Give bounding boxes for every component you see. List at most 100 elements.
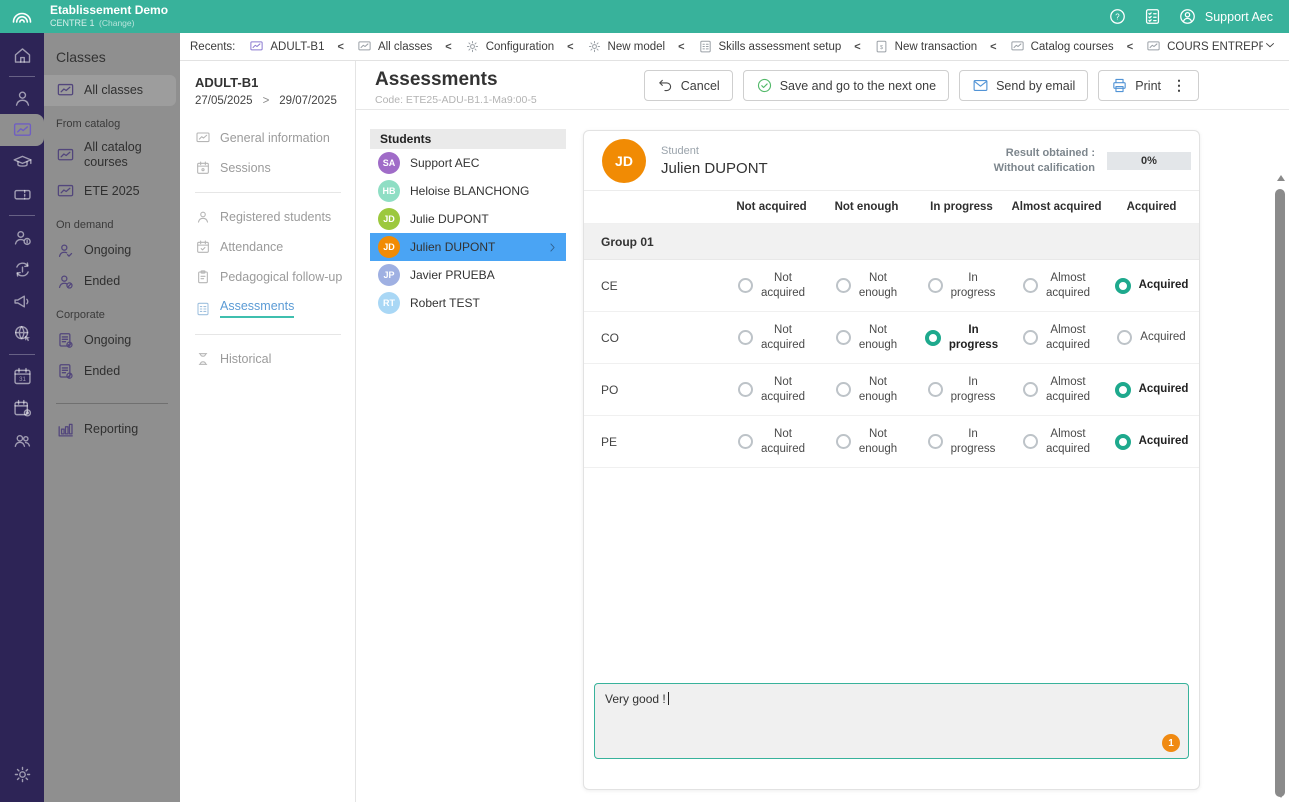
radio-option[interactable]: Not acquired bbox=[724, 323, 819, 353]
radio-option[interactable]: In progress bbox=[914, 427, 1009, 457]
radio-option[interactable]: Not enough bbox=[819, 427, 914, 457]
student-row[interactable]: JD Julien DUPONT bbox=[370, 233, 566, 261]
nav-item-ticket-icon[interactable] bbox=[0, 178, 44, 210]
radio-button[interactable] bbox=[1022, 382, 1038, 397]
nav-item-grad-cap-icon[interactable] bbox=[0, 146, 44, 178]
nav-item-chart-board-icon[interactable] bbox=[0, 114, 44, 146]
recent-item[interactable]: ADULT-B1 bbox=[249, 39, 325, 54]
student-row[interactable]: JP Javier PRUEBA bbox=[370, 261, 566, 289]
radio-button[interactable] bbox=[737, 330, 753, 345]
course-menu-item-attendance[interactable]: Attendance bbox=[195, 232, 355, 262]
radio-button[interactable] bbox=[737, 434, 753, 449]
nav-item-globe-cursor-icon[interactable] bbox=[0, 317, 44, 349]
radio-button[interactable] bbox=[1114, 277, 1131, 294]
course-menu-item-pedagogical-follow-up[interactable]: Pedagogical follow-up bbox=[195, 262, 355, 292]
student-row[interactable]: RT Robert TEST bbox=[370, 289, 566, 317]
radio-button[interactable] bbox=[835, 382, 851, 397]
user-menu[interactable]: Support Aec bbox=[1178, 7, 1273, 26]
radio-option[interactable]: Not acquired bbox=[724, 271, 819, 301]
student-row[interactable]: SA Support AEC bbox=[370, 149, 566, 177]
course-menu-item-historical[interactable]: Historical bbox=[195, 344, 355, 374]
radio-option[interactable]: Acquired bbox=[1104, 433, 1199, 450]
radio-option[interactable]: In progress bbox=[914, 375, 1009, 405]
radio-button[interactable] bbox=[927, 434, 943, 449]
cancel-button[interactable]: Cancel bbox=[643, 70, 733, 101]
sidebar-item-ended[interactable]: Ended bbox=[44, 266, 180, 297]
app-logo[interactable] bbox=[0, 5, 44, 29]
course-menu-item-assessments[interactable]: Assessments bbox=[195, 292, 355, 325]
more-options-icon[interactable]: ⋮ bbox=[1172, 77, 1186, 94]
recent-item[interactable]: $ New transaction bbox=[874, 39, 977, 54]
comment-input[interactable]: Very good ! 1 bbox=[594, 683, 1189, 759]
radio-button[interactable] bbox=[737, 278, 753, 293]
course-name: ADULT-B1 bbox=[195, 75, 259, 90]
radio-option[interactable]: Acquired bbox=[1104, 277, 1199, 294]
nav-item-gear-icon[interactable] bbox=[0, 758, 44, 790]
radio-option[interactable]: Not enough bbox=[819, 323, 914, 353]
checklist-icon[interactable] bbox=[1143, 7, 1162, 26]
course-menu-item-general-information[interactable]: General information bbox=[195, 123, 355, 153]
radio-option[interactable]: Not acquired bbox=[724, 375, 819, 405]
radio-button[interactable] bbox=[1114, 381, 1131, 398]
nav-item-home-icon[interactable] bbox=[0, 39, 44, 71]
recent-item[interactable]: Skills assessment setup bbox=[698, 39, 841, 54]
radio-option[interactable]: Almost acquired bbox=[1009, 323, 1104, 353]
recents-expand-button[interactable] bbox=[1263, 38, 1277, 55]
student-row[interactable]: HB Heloise BLANCHONG bbox=[370, 177, 566, 205]
course-menu-item-sessions[interactable]: Sessions bbox=[195, 153, 355, 183]
recent-item[interactable]: All classes bbox=[357, 39, 432, 54]
sidebar-item-reporting[interactable]: Reporting bbox=[44, 414, 180, 445]
send-by-email-button[interactable]: Send by email bbox=[959, 70, 1089, 101]
radio-option[interactable]: Almost acquired bbox=[1009, 375, 1104, 405]
question-circle-icon[interactable]: ? bbox=[1108, 7, 1127, 26]
radio-button[interactable] bbox=[1117, 330, 1133, 345]
nav-item-calendar-gear-icon[interactable] bbox=[0, 392, 44, 424]
radio-button[interactable] bbox=[737, 382, 753, 397]
sidebar-item-ended[interactable]: Ended bbox=[44, 356, 180, 387]
save-and-go-to-the-next-one-button[interactable]: Save and go to the next one bbox=[742, 70, 950, 101]
radio-option[interactable]: Not enough bbox=[819, 375, 914, 405]
radio-option[interactable]: Almost acquired bbox=[1009, 427, 1104, 457]
nav-item-megaphone-icon[interactable] bbox=[0, 285, 44, 317]
sidebar-item-all-classes[interactable]: All classes bbox=[44, 75, 176, 106]
student-row[interactable]: JD Julie DUPONT bbox=[370, 205, 566, 233]
sidebar-item-all-catalog-courses[interactable]: All catalog courses bbox=[44, 134, 180, 176]
radio-option[interactable]: Acquired bbox=[1104, 381, 1199, 398]
nav-item-person-coin-icon[interactable] bbox=[0, 221, 44, 253]
radio-option[interactable]: Not acquired bbox=[724, 427, 819, 457]
scrollbar-down-arrow[interactable] bbox=[1276, 792, 1285, 798]
nav-item-people-icon[interactable] bbox=[0, 424, 44, 456]
scrollbar-up-arrow[interactable] bbox=[1276, 175, 1285, 181]
sidebar-item-ete-2025[interactable]: ETE 2025 bbox=[44, 176, 180, 207]
radio-option[interactable]: In progress bbox=[914, 271, 1009, 301]
radio-button[interactable] bbox=[1114, 433, 1131, 450]
radio-option[interactable]: Almost acquired bbox=[1009, 271, 1104, 301]
course-menu-item-registered-students[interactable]: Registered students bbox=[195, 202, 355, 232]
recent-item[interactable]: COURS ENTREPRISE TEST bbox=[1146, 39, 1263, 54]
radio-option[interactable]: Not enough bbox=[819, 271, 914, 301]
sidebar-item-ongoing[interactable]: Ongoing bbox=[44, 325, 180, 356]
radio-button[interactable] bbox=[927, 278, 943, 293]
radio-button[interactable] bbox=[927, 382, 943, 397]
print-button[interactable]: Print ⋮ bbox=[1098, 70, 1199, 101]
radio-button[interactable] bbox=[835, 278, 851, 293]
sidebar-item-ongoing[interactable]: Ongoing bbox=[44, 235, 180, 266]
change-center-link[interactable]: (Change) bbox=[99, 18, 134, 28]
radio-button[interactable] bbox=[1022, 278, 1038, 293]
radio-button[interactable] bbox=[835, 434, 851, 449]
nav-item-calendar-31-icon[interactable]: 31 bbox=[0, 360, 44, 392]
radio-option[interactable]: In progress bbox=[914, 323, 1009, 353]
recent-item[interactable]: New model bbox=[587, 39, 665, 54]
scrollbar-thumb[interactable] bbox=[1275, 189, 1285, 797]
radio-button[interactable] bbox=[1022, 434, 1038, 449]
radio-option[interactable]: Acquired bbox=[1104, 330, 1199, 345]
recent-item[interactable]: Configuration bbox=[465, 39, 554, 54]
nav-item-money-cycle-icon[interactable] bbox=[0, 253, 44, 285]
radio-button[interactable] bbox=[835, 330, 851, 345]
assessment-column-headers: Not acquired Not enough In progress Almost … bbox=[584, 191, 1199, 224]
radio-button[interactable] bbox=[924, 329, 941, 346]
students-panel-title: Students bbox=[370, 129, 566, 149]
radio-button[interactable] bbox=[1022, 330, 1038, 345]
nav-item-person-icon[interactable] bbox=[0, 82, 44, 114]
recent-item[interactable]: Catalog courses bbox=[1010, 39, 1114, 54]
